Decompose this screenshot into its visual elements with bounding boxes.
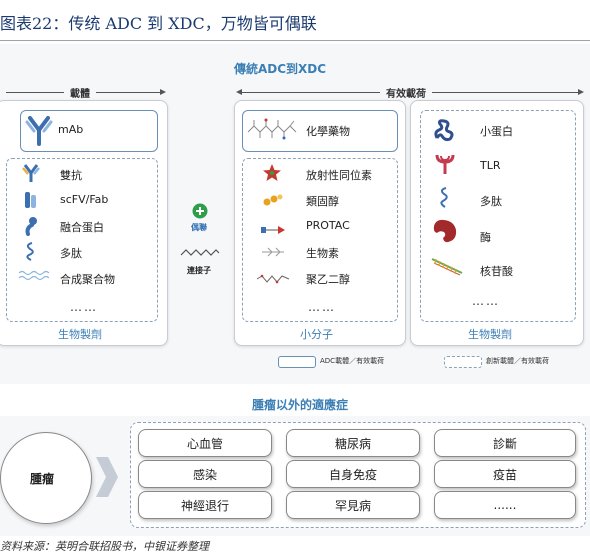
mab-label: mAb (58, 123, 84, 136)
small-item-biotin: 生物素 (306, 247, 339, 260)
legend-dashed-label: 創新載體／有效載荷 (486, 357, 549, 365)
title-rule (0, 40, 590, 41)
bio-item-peptide: 多肽 (480, 195, 502, 208)
bio-peptide-icon (436, 186, 454, 208)
conjugation-label: 偶聯 (191, 223, 207, 232)
chevron-right-icon (94, 455, 120, 499)
carrier-item-peptide: 多肽 (60, 247, 82, 260)
peg-icon (256, 270, 290, 284)
radioisotope-icon (262, 163, 282, 183)
indication-diagnosis: 診斷 (434, 429, 576, 457)
payload-arrow-right (578, 89, 584, 95)
small-molecule-footer: 小分子 (300, 328, 333, 341)
carrier-arrow-right (160, 89, 166, 95)
scfv-fab-icon (22, 190, 40, 210)
indication-cardiovascular: 心血管 (138, 429, 272, 457)
antibody-icon (24, 114, 54, 146)
carrier-item-fusion: 融合蛋白 (60, 221, 104, 234)
indication-autoimmune: 自身免疫 (286, 460, 420, 488)
biologic-payload-footer: 生物製劑 (468, 328, 512, 341)
enzyme-icon (432, 218, 458, 244)
bio-item-small-protein: 小蛋白 (480, 125, 513, 138)
polymer-icon (18, 268, 52, 282)
protac-icon (260, 220, 286, 234)
bio-item-enzyme: 酶 (480, 231, 491, 244)
carrier-item-polymer: 合成聚合物 (60, 273, 115, 286)
carrier-more: …… (70, 300, 98, 314)
indication-diabetes: 糖尿病 (286, 429, 420, 457)
carrier-footer: 生物製劑 (58, 328, 102, 341)
carrier-item-bispecific: 雙抗 (60, 169, 82, 182)
plus-icon (192, 203, 208, 219)
small-item-radioisotope: 放射性同位素 (306, 169, 372, 182)
carrier-item-scfv: scFV/Fab (60, 193, 109, 206)
xdc-title: 傳統ADC到XDC (234, 62, 327, 76)
small-molecule-more: …… (308, 300, 336, 314)
biologic-payload-more: …… (472, 294, 500, 308)
fusion-protein-icon (22, 216, 40, 236)
figure-title: 图表22：传统 ADC 到 XDC，万物皆可偶联 (0, 14, 317, 33)
steroid-icon (262, 192, 284, 206)
tlr-icon (434, 152, 456, 176)
indications-title: 腫瘤以外的適應症 (252, 398, 349, 412)
legend-dashed-swatch (444, 356, 482, 368)
small-protein-icon (432, 118, 456, 142)
bispecific-icon (22, 163, 40, 183)
peptide-icon (22, 241, 40, 261)
tumor-label: 腫瘤 (30, 472, 55, 486)
linker-zigzag-icon (180, 244, 220, 256)
carrier-header: 載體 (64, 85, 96, 100)
bio-item-tlr: TLR (480, 159, 501, 172)
nucleotide-icon (430, 256, 464, 276)
indication-more: ...... (434, 491, 576, 519)
indication-infection: 感染 (138, 460, 272, 488)
source-line: 资料来源：英明合联招股书，中银证券整理 (0, 540, 209, 553)
chemical-drug-label: 化學藥物 (306, 125, 350, 138)
small-item-steroid: 類固醇 (306, 195, 339, 208)
legend-solid-label: ADC載體／有效載荷 (320, 357, 385, 365)
legend-solid-swatch (278, 356, 316, 368)
bio-item-nucleotide: 核苷酸 (480, 265, 513, 278)
molecule-icon (246, 118, 298, 142)
linker-label: 連接子 (187, 266, 211, 275)
small-item-peg: 聚乙二醇 (306, 273, 350, 286)
payload-header: 有效載荷 (380, 85, 432, 100)
small-item-protac: PROTAC (306, 219, 350, 232)
indication-rare-disease: 罕見病 (286, 491, 420, 519)
indication-vaccine: 疫苗 (434, 460, 576, 488)
indication-neurodegenerative: 神經退行 (138, 491, 272, 519)
biotin-icon (260, 244, 286, 258)
